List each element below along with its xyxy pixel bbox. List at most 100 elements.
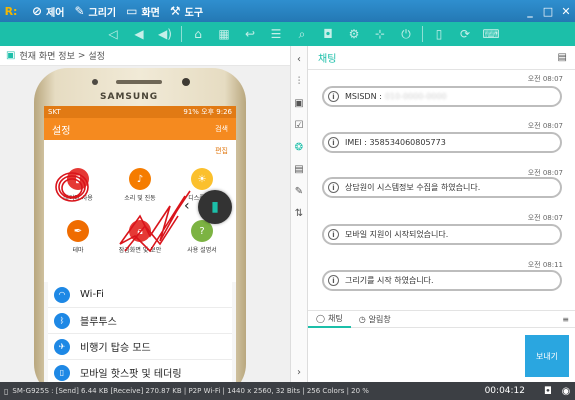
document-icon[interactable]: ▤ (291, 160, 307, 178)
phone-brand: SAMSUNG (100, 92, 159, 102)
edit-button[interactable]: 편집 (215, 146, 228, 156)
send-button[interactable]: 보내기 (525, 335, 569, 377)
home-icon[interactable]: ⌂ (185, 24, 211, 44)
toolbar-divider (422, 26, 423, 42)
rotate-icon[interactable]: ⟳ (452, 24, 478, 44)
checkbox-icon[interactable]: ☑ (291, 116, 307, 134)
zoom-icon[interactable]: ⌕ (289, 24, 315, 44)
carrier-label: SKT (48, 108, 61, 116)
theme-icon: ✒ (67, 220, 89, 242)
draw-icon: ✎ (74, 4, 85, 18)
info-icon: i (328, 137, 339, 148)
message-text: 상담원이 시스템정보 수집을 하였습니다. (345, 183, 481, 192)
device-info-icon: ▣ (6, 50, 16, 61)
grid-item-data-usage[interactable]: ▮ 데이터 사용 (48, 168, 108, 202)
volume-mute-icon[interactable]: ◀ (126, 24, 152, 44)
power-icon[interactable]: ⏻ (393, 24, 419, 44)
toolbar: ◁ ◀ ◀) ⌂ ▦ ↩ ☰ ⌕ ◘ ⚙ ⊹ ⏻ ▯ ⟳ ⌨ (0, 22, 575, 46)
chat-input-area[interactable]: 보내기 (308, 328, 575, 382)
record-icon[interactable]: ◉ (557, 386, 575, 397)
sliders-icon[interactable]: ⫶ (291, 72, 307, 90)
clipboard-icon[interactable]: ▤ (558, 52, 567, 63)
tab-notifications[interactable]: ◷ 알림창 (351, 310, 399, 328)
list-item-airplane[interactable]: ✈ 비행기 탑승 모드 (48, 334, 232, 360)
volume-down-icon[interactable]: ◁ (100, 24, 126, 44)
list-item-label: 블루투스 (80, 317, 117, 328)
volume-up-icon[interactable]: ◀) (152, 24, 178, 44)
close-button[interactable]: ✕ (557, 5, 575, 18)
menu-screen[interactable]: ▭ 화면 (126, 4, 160, 19)
breadcrumb-separator: > (77, 50, 86, 61)
message-bubble: i MSISDN : 010-0000-0000 (322, 86, 562, 107)
settings-icon[interactable]: ⚙ (341, 24, 367, 44)
list-item-label: Wi-Fi (80, 289, 104, 300)
list-item-hotspot[interactable]: ▯ 모바일 핫스팟 및 테더링 (48, 360, 232, 382)
status-bar: ▯ SM-G925S : [Send] 6.44 KB [Receive] 27… (0, 382, 575, 400)
phone-screen[interactable]: SKT 91% 오후 9:26 설정 검색 편집 ▮ 데이터 사용 ♪ 소리 및… (44, 106, 236, 382)
menu-draw[interactable]: ✎ 그리기 (74, 4, 116, 19)
menu-screen-label: 화면 (141, 7, 160, 19)
message-text: 모바일 지원이 시작되었습니다. (345, 230, 449, 239)
grid-label: 소리 및 진동 (124, 195, 156, 202)
message-time: 오전 08:11 (527, 261, 563, 269)
chip-icon[interactable]: ▣ (291, 94, 307, 112)
phone-icon[interactable]: ▯ (426, 24, 452, 44)
prev-arrow-icon[interactable]: ‹ (184, 198, 190, 214)
collapse-left-icon[interactable]: ‹ (291, 50, 307, 68)
session-timer: 00:04:12 (484, 386, 525, 396)
device-icon: ▯ (4, 386, 9, 396)
grid-item-lock-security[interactable]: 🔒︎ 잠금화면 및 보안 (110, 220, 170, 254)
menu-icon[interactable]: ☰ (263, 24, 289, 44)
message-time: 오전 08:07 (527, 122, 563, 130)
sound-icon: ♪ (129, 168, 151, 190)
back-icon[interactable]: ↩ (237, 24, 263, 44)
grid-item-sound[interactable]: ♪ 소리 및 진동 (110, 168, 170, 202)
app-logo: R: (4, 4, 18, 18)
settings-search-button[interactable]: 검색 (215, 124, 228, 134)
floating-draw-button[interactable]: ▮ (198, 190, 232, 224)
phone-frame: SAMSUNG SKT 91% 오후 9:26 설정 검색 편집 ▮ 데이터 사… (34, 68, 246, 382)
minimize-button[interactable]: _ (521, 5, 539, 18)
menu-control[interactable]: ⊘ 제어 (32, 4, 64, 19)
chat-tabs: ◯ 채팅 ◷ 알림창 ≡ (308, 310, 575, 328)
message-redacted: 010-0000-0000 (384, 92, 447, 101)
message-time: 오전 08:07 (527, 214, 563, 222)
chat-title: 채팅 (318, 54, 337, 65)
menu-tools[interactable]: ⚒ 도구 (170, 4, 203, 19)
breadcrumb-root[interactable]: 현재 화면 정보 (19, 49, 74, 62)
phone-speaker (116, 80, 162, 84)
phone-camera (182, 78, 190, 86)
message-bubble: i 그리기를 시작 하였습니다. (322, 270, 562, 291)
tab-notifications-label: 알림창 (368, 314, 391, 324)
list-item-bluetooth[interactable]: ᛒ 블루투스 (48, 308, 232, 334)
chat-icon[interactable]: ❂ (291, 138, 307, 156)
keyboard-icon[interactable]: ⌨ (478, 24, 504, 44)
message-bubble: i 상담원이 시스템정보 수집을 하였습니다. (322, 177, 562, 198)
menu-control-label: 제어 (46, 7, 65, 19)
tools-icon: ⚒ (169, 4, 181, 18)
list-item-wifi[interactable]: ◠ Wi-Fi (48, 282, 232, 308)
cursor-icon[interactable]: ⊹ (367, 24, 393, 44)
grid-item-theme[interactable]: ✒ 테마 (48, 220, 108, 254)
screen-icon: ▭ (126, 4, 138, 18)
list-item-label: 비행기 탑승 모드 (80, 343, 151, 354)
hamburger-menu-icon[interactable]: ≡ (562, 315, 569, 324)
notes-icon[interactable]: ✎ (291, 182, 307, 200)
expand-right-icon[interactable]: › (291, 367, 307, 378)
maximize-button[interactable]: □ (539, 5, 557, 18)
toolbar-divider (181, 26, 182, 42)
transfer-icon[interactable]: ⇅ (291, 204, 307, 222)
display-icon: ☀ (191, 168, 213, 190)
tab-chat[interactable]: ◯ 채팅 (308, 310, 351, 328)
message-bubble: i IMEI : 358534060805773 (322, 132, 562, 153)
device-view[interactable]: SAMSUNG SKT 91% 오후 9:26 설정 검색 편집 ▮ 데이터 사… (0, 66, 290, 382)
message-text: MSISDN : (345, 92, 382, 101)
screenshot-icon[interactable]: ◘ (539, 386, 557, 397)
grid-item-user-manual[interactable]: ? 사용 설명서 (172, 220, 232, 254)
battery-time-label: 91% 오후 9:26 (183, 108, 232, 116)
phone-status-bar: SKT 91% 오후 9:26 (44, 106, 236, 118)
menu-tools-label: 도구 (184, 7, 204, 19)
hotspot-icon: ▯ (54, 364, 70, 381)
camera-icon[interactable]: ◘ (315, 24, 341, 44)
apps-icon[interactable]: ▦ (211, 24, 237, 44)
